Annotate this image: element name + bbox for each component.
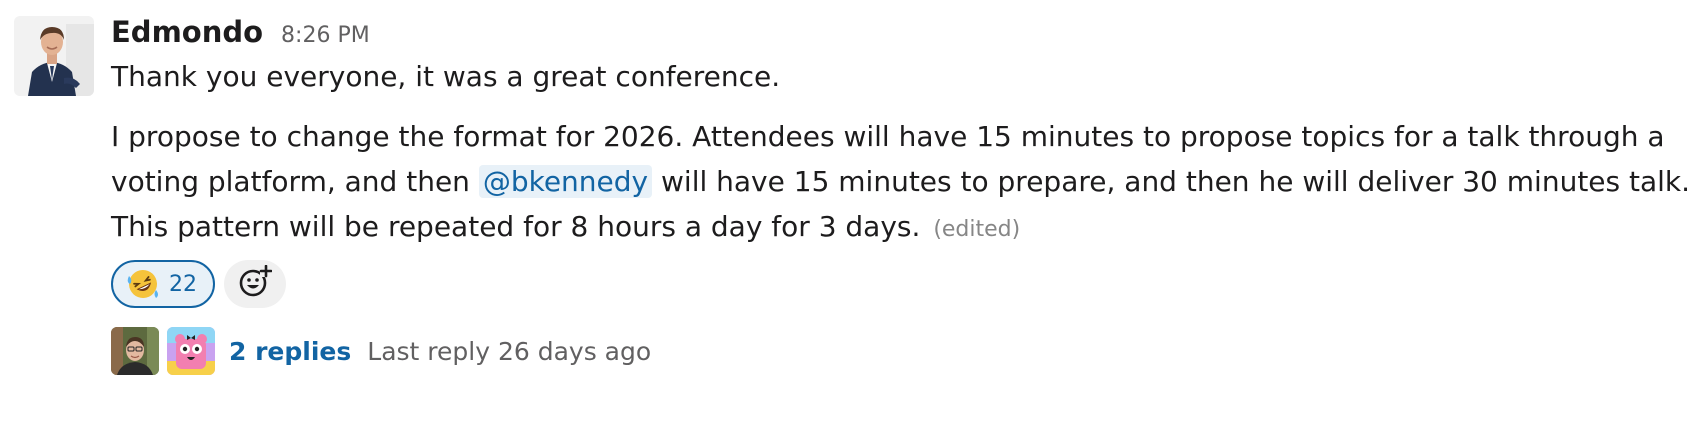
last-reply-time: Last reply 26 days ago [367, 336, 652, 366]
sender-avatar[interactable] [14, 16, 94, 96]
add-reaction-button[interactable] [224, 260, 286, 308]
reaction-count: 22 [169, 271, 197, 297]
reply-avatar-1[interactable] [111, 327, 159, 375]
reply-avatar-2[interactable] [167, 327, 215, 375]
sender-name[interactable]: Edmondo [111, 14, 263, 50]
edited-label: (edited) [933, 217, 1021, 242]
reaction-rolling-laughing[interactable]: 22 [111, 260, 215, 308]
thread-summary[interactable]: 2 replies Last reply 26 days ago [111, 327, 1691, 375]
reactions-bar: 22 [111, 256, 1691, 312]
user-mention[interactable]: @bkennedy [478, 165, 653, 198]
rolling-on-the-floor-laughing-icon [127, 268, 159, 300]
message-header: Edmondo 8:26 PM [111, 14, 1691, 50]
message: Edmondo 8:26 PM Thank you everyone, it w… [14, 14, 1694, 420]
add-reaction-icon [238, 264, 273, 303]
message-content: Edmondo 8:26 PM Thank you everyone, it w… [111, 14, 1691, 375]
message-paragraph-1: Thank you everyone, it was a great confe… [111, 60, 781, 93]
reply-count-link[interactable]: 2 replies [229, 337, 351, 366]
message-paragraph-2: I propose to change the format for 2026.… [111, 114, 1691, 252]
message-timestamp[interactable]: 8:26 PM [281, 23, 370, 48]
